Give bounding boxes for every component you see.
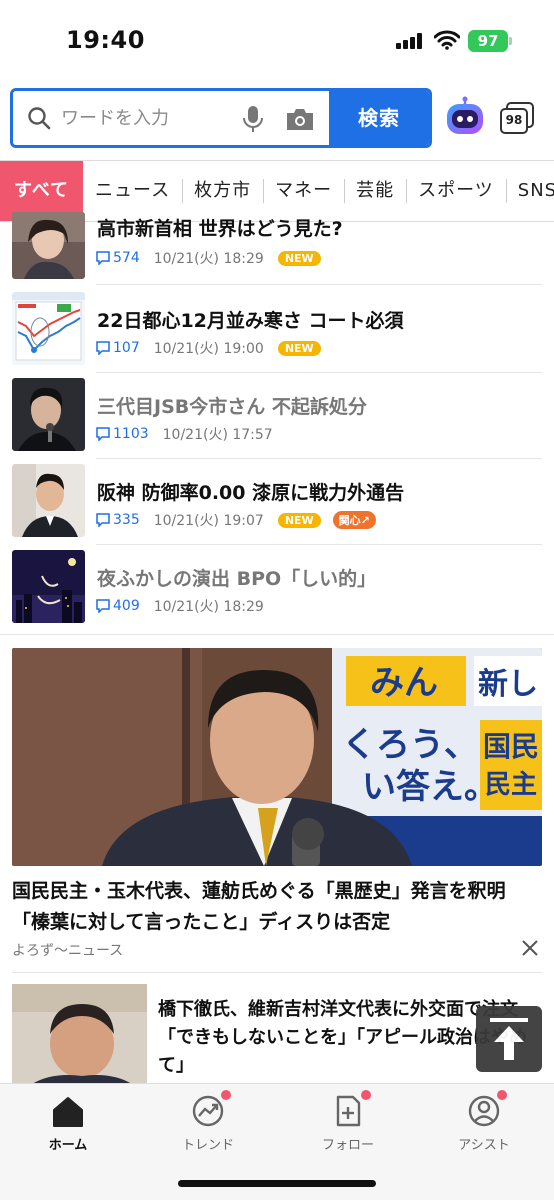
banner-text: 国民 <box>483 730 539 763</box>
search-box[interactable] <box>13 91 329 145</box>
status-bar: 19:40 97 <box>0 0 554 82</box>
home-icon <box>53 1097 83 1127</box>
cellular-signal-icon <box>396 33 426 49</box>
news-date: 10/21(火) 18:29 <box>153 251 264 267</box>
comment-count: 574 <box>113 250 140 266</box>
comment-icon <box>96 599 110 613</box>
news-title: 高市新首相 世界はどう見た? <box>97 218 343 240</box>
feature-title[interactable]: 国民民主・玉木代表、蓮舫氏めぐる「黒歴史」発言を釈明「榛葉に対して言ったこと」デ… <box>12 876 542 938</box>
divider <box>96 458 542 459</box>
notification-dot <box>497 1090 507 1100</box>
search-input[interactable] <box>61 101 231 135</box>
new-badge: NEW <box>277 512 321 528</box>
new-badge: NEW <box>277 340 321 356</box>
comment-count: 1103 <box>113 426 149 442</box>
comment-count: 107 <box>113 340 140 356</box>
news-date: 10/21(火) 18:29 <box>153 599 264 615</box>
nav-label: ホーム <box>48 1138 88 1153</box>
search-icon <box>28 107 51 130</box>
new-badge: NEW <box>277 250 321 266</box>
nav-assist[interactable]: アシスト <box>434 1090 534 1153</box>
comment-count: 335 <box>113 512 140 528</box>
feature-source: よろず〜ニュース <box>12 943 124 959</box>
banner-text: い答え。 <box>362 767 498 807</box>
search-bar: 検索 <box>10 88 432 148</box>
comment-count: 409 <box>113 598 140 614</box>
nav-trend[interactable]: トレンド <box>158 1090 258 1153</box>
news-item[interactable]: 22日都心12月並み寒さ コート必須 107 10/21(火) 19:00 NE… <box>0 292 554 378</box>
microphone-icon[interactable] <box>241 104 265 134</box>
battery-indicator: 97 <box>468 30 512 52</box>
notification-dot <box>361 1090 371 1100</box>
tabs-count-icon[interactable]: 98 <box>498 98 538 138</box>
divider <box>96 544 542 545</box>
scroll-to-top-button[interactable] <box>476 1006 542 1072</box>
news-thumbnail <box>12 378 85 451</box>
wifi-icon <box>434 30 460 50</box>
news-item[interactable]: 夜ふかしの演出 BPO「しい的」 409 10/21(火) 18:29 <box>0 550 554 636</box>
arrow-up-icon <box>490 1018 528 1060</box>
news-item[interactable]: 阪神 防御率0.00 漆原に戦力外通告 335 10/21(火) 19:07 N… <box>0 464 554 550</box>
camera-icon[interactable] <box>285 106 315 132</box>
close-icon[interactable] <box>520 938 540 958</box>
assistant-robot-icon[interactable] <box>444 96 486 138</box>
news-thumbnail <box>12 550 85 623</box>
search-button[interactable]: 検索 <box>329 91 429 145</box>
divider <box>96 284 542 285</box>
status-time: 19:40 <box>66 26 145 54</box>
news-item[interactable]: 高市新首相 世界はどう見た? 574 10/21(火) 18:29 NEW <box>0 212 554 298</box>
banner-text: くろう、 <box>342 725 478 765</box>
section-divider <box>0 634 554 635</box>
news-title: 22日都心12月並み寒さ コート必須 <box>97 310 404 332</box>
news-date: 10/21(火) 19:00 <box>153 341 264 357</box>
comment-icon <box>96 513 110 527</box>
news-title: 阪神 防御率0.00 漆原に戦力外通告 <box>97 482 405 504</box>
news-thumbnail[interactable] <box>12 984 147 1084</box>
divider <box>12 972 542 973</box>
banner-text: 新し <box>478 667 538 702</box>
trend-icon <box>192 1095 224 1127</box>
notification-dot <box>221 1090 231 1100</box>
news-thumbnail <box>12 212 85 279</box>
home-indicator[interactable] <box>178 1180 376 1187</box>
follow-icon <box>336 1095 361 1127</box>
news-title: 夜ふかしの演出 BPO「しい的」 <box>97 568 377 590</box>
news-thumbnail <box>12 292 85 365</box>
nav-label: トレンド <box>181 1138 234 1153</box>
banner-text: 民主 <box>485 770 537 800</box>
nav-home[interactable]: ホーム <box>18 1094 118 1153</box>
nav-label: フォロー <box>321 1138 374 1153</box>
interest-badge: 関心↗ <box>332 511 376 529</box>
news-title: 三代目JSB今市さん 不起訴処分 <box>97 396 367 418</box>
assist-icon <box>468 1095 500 1127</box>
comment-icon <box>96 251 110 265</box>
tabs-count: 98 <box>500 108 528 134</box>
feature-image[interactable]: みん 新し くろう、 い答え。 国民 民主 <box>12 648 542 866</box>
banner-text: みん <box>370 663 438 703</box>
comment-icon <box>96 427 110 441</box>
comment-icon <box>96 341 110 355</box>
news-date: 10/21(火) 17:57 <box>162 427 273 443</box>
nav-label: アシスト <box>458 1138 510 1153</box>
news-item[interactable]: 三代目JSB今市さん 不起訴処分 1103 10/21(火) 17:57 <box>0 378 554 464</box>
divider <box>96 372 542 373</box>
news-date: 10/21(火) 19:07 <box>153 513 264 529</box>
news-thumbnail <box>12 464 85 537</box>
nav-follow[interactable]: フォロー <box>298 1090 398 1153</box>
